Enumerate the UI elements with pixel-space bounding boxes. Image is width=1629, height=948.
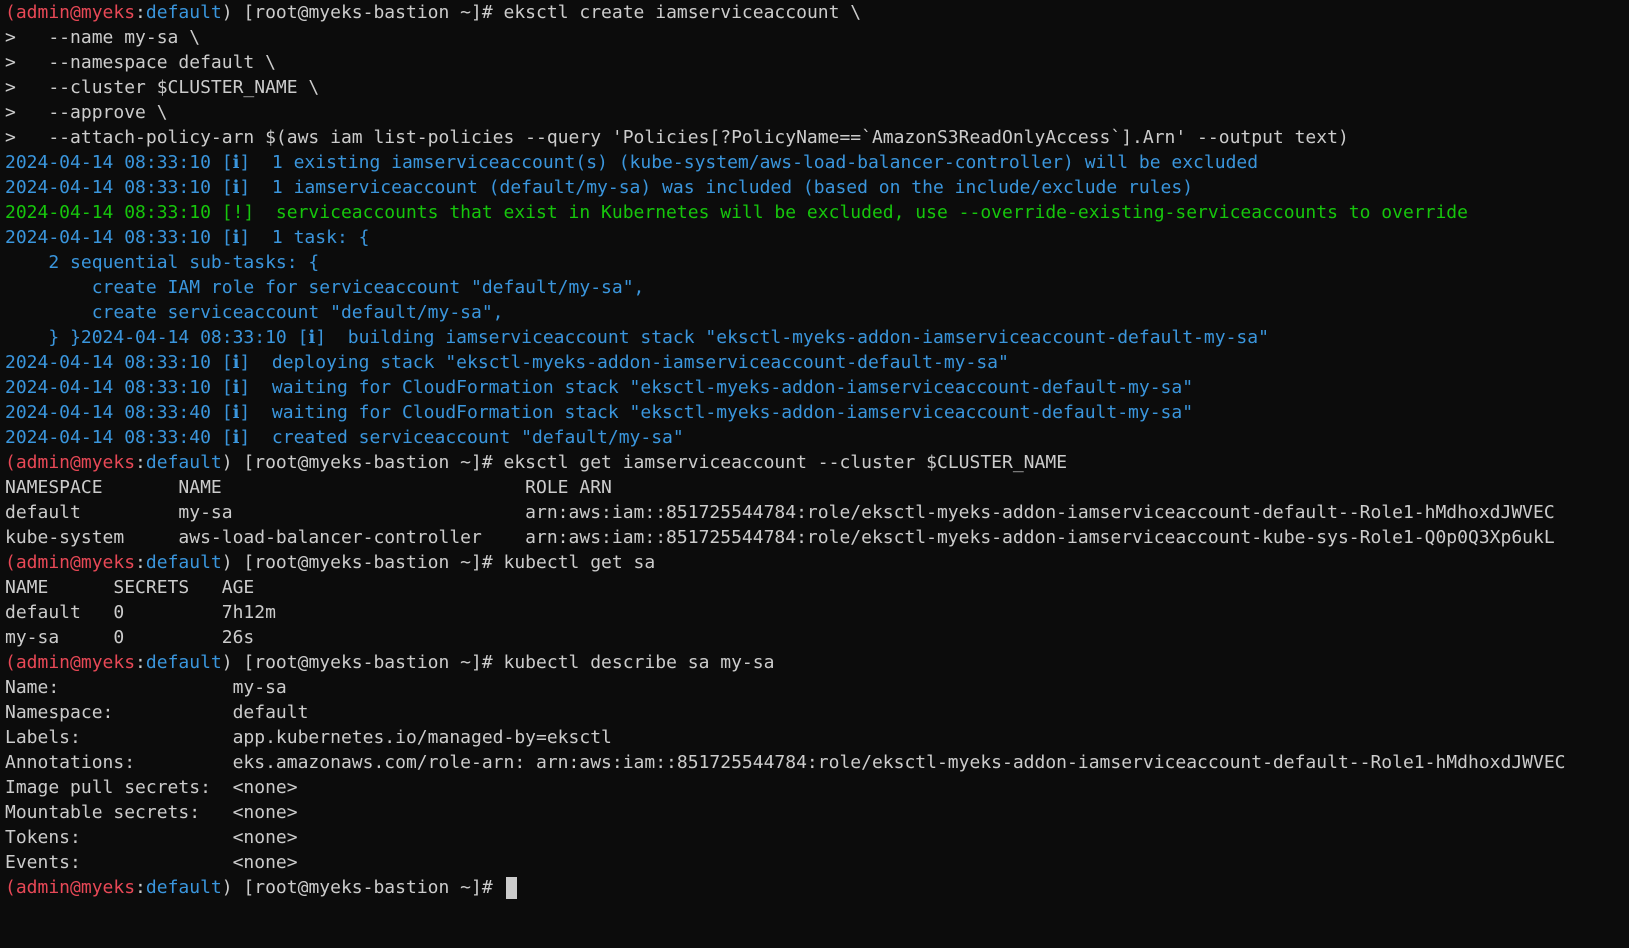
terminal-text-segment: } }2024-04-14 08:33:10 [ℹ] building iams… bbox=[5, 327, 1269, 348]
terminal-line: kube-system aws-load-balancer-controller… bbox=[5, 525, 1629, 550]
terminal-text-segment: ) [root@myeks-bastion ~]# kubectl get sa bbox=[221, 552, 656, 573]
terminal-line: 2024-04-14 08:33:10 [!] serviceaccounts … bbox=[5, 200, 1629, 225]
terminal-text-segment: (admin@myeks bbox=[5, 552, 136, 573]
terminal-line: NAME SECRETS AGE bbox=[5, 575, 1629, 600]
terminal-line: > --name my-sa \ bbox=[5, 25, 1629, 50]
terminal-text-segment: default bbox=[145, 2, 222, 23]
terminal-text-segment: > --approve \ bbox=[5, 102, 168, 123]
terminal-line: > --attach-policy-arn $(aws iam list-pol… bbox=[5, 125, 1629, 150]
terminal-window[interactable]: (admin@myeks:default) [root@myeks-bastio… bbox=[0, 0, 1629, 948]
terminal-line: create IAM role for serviceaccount "defa… bbox=[5, 275, 1629, 300]
terminal-text-segment: Image pull secrets: <none> bbox=[5, 777, 298, 798]
terminal-line: 2024-04-14 08:33:10 [ℹ] 1 task: { bbox=[5, 225, 1629, 250]
terminal-line: (admin@myeks:default) [root@myeks-bastio… bbox=[5, 875, 1629, 900]
terminal-line: > --cluster $CLUSTER_NAME \ bbox=[5, 75, 1629, 100]
terminal-line: > --namespace default \ bbox=[5, 50, 1629, 75]
terminal-line: } }2024-04-14 08:33:10 [ℹ] building iams… bbox=[5, 325, 1629, 350]
terminal-text-segment: : bbox=[135, 2, 146, 23]
terminal-text-segment: : bbox=[135, 552, 146, 573]
terminal-line: Mountable secrets: <none> bbox=[5, 800, 1629, 825]
terminal-text-segment: 2 sequential sub-tasks: { bbox=[5, 252, 320, 273]
terminal-line: (admin@myeks:default) [root@myeks-bastio… bbox=[5, 650, 1629, 675]
terminal-text-segment: default bbox=[145, 452, 222, 473]
terminal-text-segment: 2024-04-14 08:33:10 [ℹ] waiting for Clou… bbox=[5, 377, 1194, 398]
terminal-text-segment: my-sa 0 26s bbox=[5, 627, 255, 648]
terminal-text-segment: (admin@myeks bbox=[5, 2, 136, 23]
terminal-text-segment: (admin@myeks bbox=[5, 877, 136, 898]
terminal-text-segment: 2024-04-14 08:33:40 [ℹ] created servicea… bbox=[5, 427, 684, 448]
terminal-line: default 0 7h12m bbox=[5, 600, 1629, 625]
terminal-text-segment: default 0 7h12m bbox=[5, 602, 276, 623]
terminal-line: my-sa 0 26s bbox=[5, 625, 1629, 650]
terminal-text-segment: 2024-04-14 08:33:10 [ℹ] 1 existing iamse… bbox=[5, 152, 1259, 173]
terminal-line: 2024-04-14 08:33:10 [ℹ] waiting for Clou… bbox=[5, 375, 1629, 400]
terminal-output: (admin@myeks:default) [root@myeks-bastio… bbox=[5, 0, 1629, 900]
terminal-line: Events: <none> bbox=[5, 850, 1629, 875]
terminal-text-segment: 2024-04-14 08:33:10 [!] serviceaccounts … bbox=[5, 202, 1468, 223]
terminal-line: create serviceaccount "default/my-sa", bbox=[5, 300, 1629, 325]
terminal-text-segment: kube-system aws-load-balancer-controller… bbox=[5, 527, 1555, 548]
block-cursor bbox=[505, 877, 517, 899]
terminal-text-segment: 2024-04-14 08:33:40 [ℹ] waiting for Clou… bbox=[5, 402, 1194, 423]
terminal-line: (admin@myeks:default) [root@myeks-bastio… bbox=[5, 450, 1629, 475]
terminal-text-segment: : bbox=[135, 452, 146, 473]
terminal-text-segment: Events: <none> bbox=[5, 852, 298, 873]
terminal-text-segment: 2024-04-14 08:33:10 [ℹ] 1 iamserviceacco… bbox=[5, 177, 1194, 198]
terminal-line: 2024-04-14 08:33:10 [ℹ] 1 existing iamse… bbox=[5, 150, 1629, 175]
terminal-text-segment: Namespace: default bbox=[5, 702, 309, 723]
terminal-text-segment: > --name my-sa \ bbox=[5, 27, 201, 48]
terminal-line: (admin@myeks:default) [root@myeks-bastio… bbox=[5, 550, 1629, 575]
terminal-text-segment: 2024-04-14 08:33:10 [ℹ] deploying stack … bbox=[5, 352, 1009, 373]
terminal-line: Labels: app.kubernetes.io/managed-by=eks… bbox=[5, 725, 1629, 750]
terminal-line: Namespace: default bbox=[5, 700, 1629, 725]
terminal-text-segment: Name: my-sa bbox=[5, 677, 287, 698]
terminal-line: > --approve \ bbox=[5, 100, 1629, 125]
terminal-text-segment: > --attach-policy-arn $(aws iam list-pol… bbox=[5, 127, 1349, 148]
terminal-text-segment: default bbox=[145, 652, 222, 673]
terminal-text-segment: > --cluster $CLUSTER_NAME \ bbox=[5, 77, 320, 98]
terminal-text-segment: (admin@myeks bbox=[5, 652, 136, 673]
terminal-text-segment: ) [root@myeks-bastion ~]# bbox=[221, 877, 504, 898]
terminal-line: 2024-04-14 08:33:40 [ℹ] created servicea… bbox=[5, 425, 1629, 450]
terminal-text-segment: Tokens: <none> bbox=[5, 827, 298, 848]
terminal-text-segment: default bbox=[145, 552, 222, 573]
terminal-text-segment: (admin@myeks bbox=[5, 452, 136, 473]
terminal-text-segment: Annotations: eks.amazonaws.com/role-arn:… bbox=[5, 752, 1566, 773]
terminal-line: (admin@myeks:default) [root@myeks-bastio… bbox=[5, 0, 1629, 25]
terminal-line: Tokens: <none> bbox=[5, 825, 1629, 850]
terminal-text-segment: > --namespace default \ bbox=[5, 52, 276, 73]
terminal-line: NAMESPACE NAME ROLE ARN bbox=[5, 475, 1629, 500]
terminal-text-segment: create IAM role for serviceaccount "defa… bbox=[5, 277, 645, 298]
terminal-line: Image pull secrets: <none> bbox=[5, 775, 1629, 800]
terminal-text-segment: NAMESPACE NAME ROLE ARN bbox=[5, 477, 612, 498]
terminal-line: Name: my-sa bbox=[5, 675, 1629, 700]
terminal-text-segment: ) [root@myeks-bastion ~]# eksctl get iam… bbox=[221, 452, 1068, 473]
terminal-text-segment: : bbox=[135, 652, 146, 673]
terminal-line: 2024-04-14 08:33:40 [ℹ] waiting for Clou… bbox=[5, 400, 1629, 425]
terminal-line: 2 sequential sub-tasks: { bbox=[5, 250, 1629, 275]
terminal-text-segment: 2024-04-14 08:33:10 [ℹ] 1 task: { bbox=[5, 227, 370, 248]
terminal-text-segment: Labels: app.kubernetes.io/managed-by=eks… bbox=[5, 727, 612, 748]
terminal-text-segment: create serviceaccount "default/my-sa", bbox=[5, 302, 504, 323]
terminal-line: Annotations: eks.amazonaws.com/role-arn:… bbox=[5, 750, 1629, 775]
terminal-text-segment: ) [root@myeks-bastion ~]# kubectl descri… bbox=[221, 652, 775, 673]
terminal-line: 2024-04-14 08:33:10 [ℹ] 1 iamserviceacco… bbox=[5, 175, 1629, 200]
terminal-text-segment: Mountable secrets: <none> bbox=[5, 802, 298, 823]
terminal-text-segment: NAME SECRETS AGE bbox=[5, 577, 255, 598]
terminal-text-segment: ) [root@myeks-bastion ~]# eksctl create … bbox=[221, 2, 862, 23]
terminal-line: default my-sa arn:aws:iam::851725544784:… bbox=[5, 500, 1629, 525]
terminal-text-segment: default my-sa arn:aws:iam::851725544784:… bbox=[5, 502, 1555, 523]
terminal-text-segment: default bbox=[145, 877, 222, 898]
terminal-text-segment: : bbox=[135, 877, 146, 898]
terminal-line: 2024-04-14 08:33:10 [ℹ] deploying stack … bbox=[5, 350, 1629, 375]
